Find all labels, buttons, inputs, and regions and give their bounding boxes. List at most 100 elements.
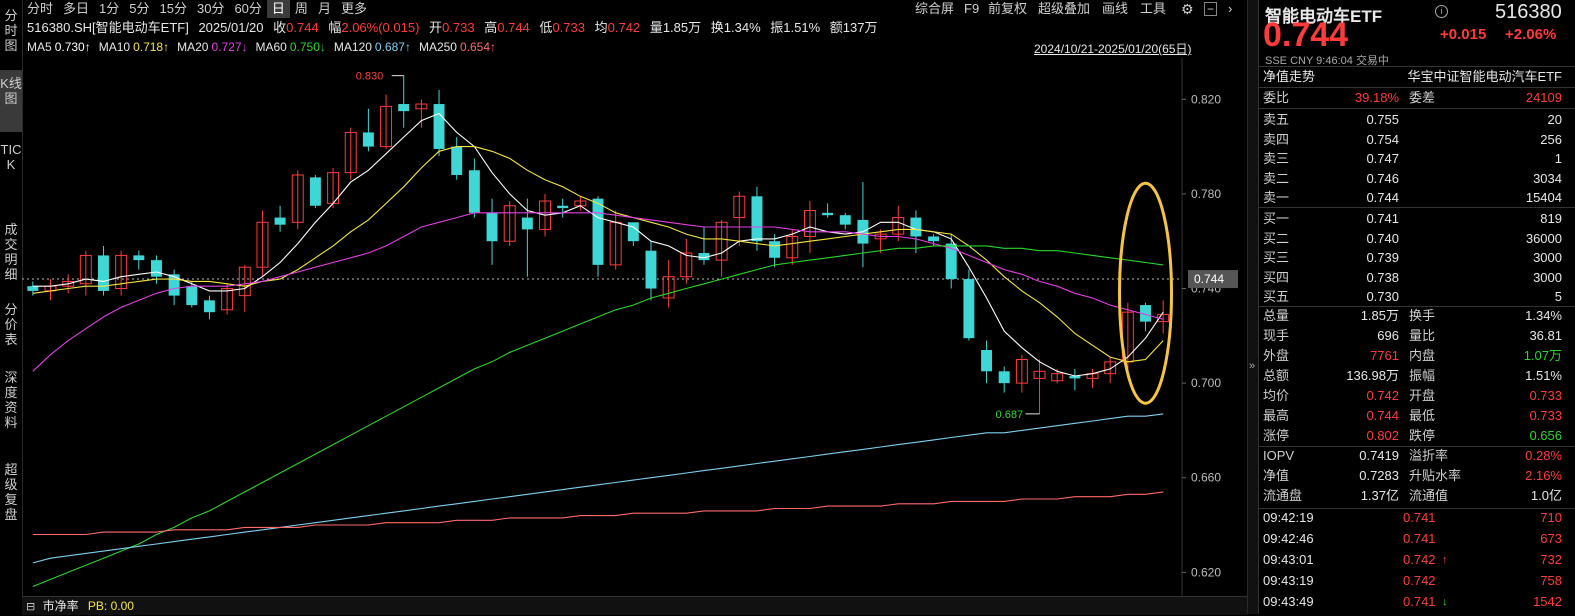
- overlay-button[interactable]: 超级叠加: [1038, 0, 1090, 18]
- bid-volume: 5: [1554, 289, 1562, 305]
- tick-time: 09:43:01: [1263, 552, 1314, 567]
- row-label: IOPV: [1263, 448, 1295, 463]
- period-tab[interactable]: 周: [290, 0, 313, 18]
- period-tab[interactable]: 1分: [94, 0, 124, 18]
- draw-button[interactable]: 画线: [1102, 0, 1128, 18]
- row-value: 0.733: [1529, 408, 1562, 423]
- composite-screen-button[interactable]: 综合屏: [915, 0, 954, 18]
- candle-body-down: [928, 236, 940, 242]
- open-value: 0.733: [442, 20, 475, 35]
- stat-row: 最高 0.744 最低 0.733: [1259, 406, 1575, 426]
- bid-level[interactable]: 买五 0.730 5: [1259, 287, 1575, 307]
- nav-trend-link[interactable]: 净值走势: [1263, 67, 1315, 87]
- ask-price: 0.744: [1366, 190, 1399, 206]
- expand-icon[interactable]: ⊟: [26, 601, 35, 613]
- kline-info-line: 516380.SH[智能电动车ETF] 2025/01/20 收0.744 幅2…: [27, 20, 878, 35]
- period-tab[interactable]: 5分: [124, 0, 154, 18]
- ma-label: MA20: [177, 40, 209, 54]
- nav-price-table[interactable]: 分价表: [0, 296, 22, 358]
- tick-volume: 710: [1540, 510, 1562, 525]
- ask-level[interactable]: 卖三 0.747 1: [1259, 149, 1575, 169]
- period-more[interactable]: 更多: [336, 0, 372, 18]
- price-change: +0.015: [1440, 26, 1487, 43]
- tick-row: 09:43:49 0.741 ↓ 1542: [1259, 592, 1575, 612]
- settings-gear-icon[interactable]: ⚙: [1181, 0, 1194, 18]
- ask-level[interactable]: 卖二 0.746 3034: [1259, 169, 1575, 189]
- row-value: 0.802: [1366, 428, 1399, 443]
- candle-body-down: [309, 177, 321, 206]
- bar-date: 2025/01/20: [198, 20, 264, 35]
- bid-volume: 3000: [1533, 269, 1562, 285]
- nav-deep-data[interactable]: 深度资料: [0, 358, 22, 450]
- row-label: 最低: [1409, 408, 1436, 423]
- row-value: 1.51%: [1525, 368, 1562, 383]
- bid-level[interactable]: 买一 0.741 819: [1259, 209, 1575, 229]
- bid-level[interactable]: 买四 0.738 3000: [1259, 268, 1575, 288]
- date-range-label[interactable]: 2024/10/21-2025/01/20(65日): [1034, 40, 1191, 57]
- y-tick-label: 0.700: [1191, 376, 1221, 390]
- row-label: 开盘: [1409, 388, 1436, 403]
- candle-body-down: [133, 255, 145, 261]
- period-tab[interactable]: 多日: [58, 0, 94, 18]
- bid-level[interactable]: 买二 0.740 36000: [1259, 229, 1575, 249]
- collapse-chevron-icon[interactable]: »: [1249, 360, 1255, 372]
- minus-icon[interactable]: −: [1204, 2, 1218, 16]
- chevron-right-icon[interactable]: ›: [1228, 0, 1232, 18]
- tick-volume: 673: [1540, 531, 1562, 546]
- candle-body-down: [839, 215, 851, 225]
- candle-body-down: [274, 217, 286, 225]
- candle-body-down: [627, 222, 639, 242]
- y-tick-label: 0.780: [1191, 187, 1221, 201]
- nav-kline[interactable]: K线图: [0, 70, 22, 132]
- candle-body-down: [186, 286, 198, 306]
- nav-trade-detail[interactable]: 成交明细: [0, 210, 22, 296]
- bid-level[interactable]: 买三 0.739 3000: [1259, 248, 1575, 268]
- ask-level[interactable]: 卖四 0.754 256: [1259, 130, 1575, 150]
- kline-chart[interactable]: 0.8200.7800.7400.7000.6600.6200.7440.830…: [22, 58, 1247, 596]
- nav-timeshare[interactable]: 分时图: [0, 0, 22, 70]
- nav-super-replay[interactable]: 超级复盘: [0, 450, 22, 536]
- period-tab[interactable]: 60分: [229, 0, 266, 18]
- ask-level[interactable]: 卖五 0.755 20: [1259, 110, 1575, 130]
- row-value: 136.98万: [1346, 368, 1399, 383]
- row-value: 1.37亿: [1360, 488, 1399, 503]
- candle-body-down: [521, 217, 533, 230]
- pb-indicator-label[interactable]: 市净率: [43, 599, 79, 613]
- volume-value: 1.85万: [662, 20, 702, 35]
- period-tab[interactable]: 30分: [192, 0, 229, 18]
- bid-price: 0.741: [1366, 211, 1399, 226]
- candle-body-down: [451, 146, 463, 175]
- tick-row: 09:43:19 0.742 758: [1259, 571, 1575, 591]
- candle-body-down: [468, 170, 480, 213]
- bid-volume: 819: [1540, 211, 1562, 226]
- stat-row: 总额 136.98万 振幅 1.51%: [1259, 366, 1575, 386]
- period-tab[interactable]: 分时: [22, 0, 58, 18]
- row-label: 均价: [1263, 388, 1290, 403]
- high-value: 0.744: [497, 20, 530, 35]
- ma-label: MA250: [418, 40, 457, 54]
- bid-label: 买一: [1263, 211, 1290, 226]
- row-label: 溢折率: [1409, 448, 1449, 463]
- tick-row: 09:43:01 0.742 ↑ 732: [1259, 550, 1575, 570]
- change-value: 2.06%(0.015): [341, 20, 420, 35]
- row-value: 696: [1377, 328, 1399, 343]
- period-tab[interactable]: 15分: [155, 0, 192, 18]
- row-label: 流通值: [1409, 488, 1449, 503]
- candle-body-down: [150, 260, 162, 277]
- tools-button[interactable]: 工具: [1140, 0, 1166, 18]
- row-value: 0.28%: [1525, 448, 1562, 463]
- period-tab[interactable]: 月: [313, 0, 336, 18]
- nav-tick[interactable]: TICK: [0, 132, 22, 210]
- candle-body-down: [751, 196, 763, 242]
- f9-button[interactable]: F9: [964, 0, 979, 18]
- row-value: 0.7283: [1359, 468, 1399, 483]
- candle-body-down: [27, 286, 39, 291]
- period-tab-daily[interactable]: 日: [266, 0, 290, 18]
- ask-level[interactable]: 卖一 0.744 15404: [1259, 188, 1575, 208]
- low-value: 0.733: [552, 20, 585, 35]
- candle-body-down: [203, 300, 215, 313]
- adjust-button[interactable]: 前复权: [988, 0, 1027, 18]
- candle-body-down: [557, 205, 569, 209]
- tick-row: 09:42:46 0.741 673: [1259, 529, 1575, 549]
- info-icon[interactable]: i: [1435, 5, 1448, 18]
